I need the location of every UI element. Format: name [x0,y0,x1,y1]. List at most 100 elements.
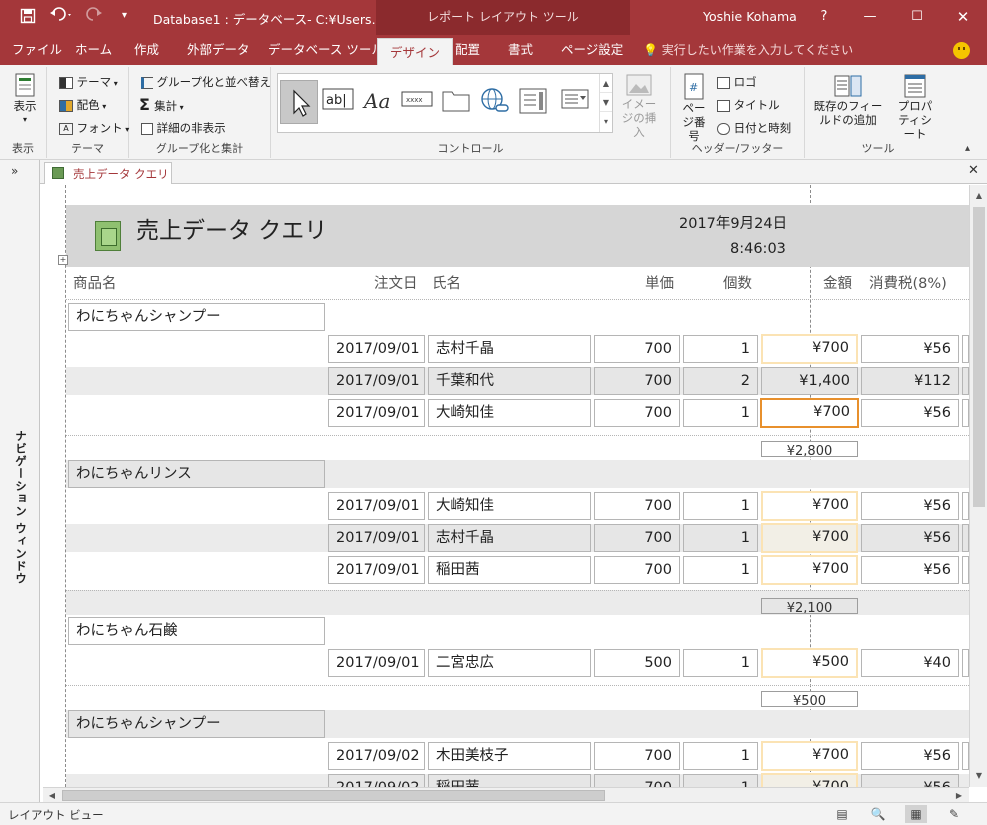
scroll-up-icon[interactable]: ▲ [970,187,987,205]
tab-file[interactable]: ファイル [12,35,62,65]
report-date[interactable]: 2017年9月24日 [679,212,787,233]
navigation-control-icon[interactable] [518,86,554,116]
amount-cell[interactable]: ¥700 [761,491,858,521]
select-control-icon[interactable] [280,80,318,124]
tab-database-tools[interactable]: データベース ツール [268,35,384,65]
name-cell[interactable]: 二宮忠広 [428,649,591,677]
name-cell[interactable]: 志村千晶 [428,524,591,552]
qty-cell[interactable]: 1 [683,399,758,427]
amount-cell[interactable]: ¥700 [761,334,858,364]
tab-page-setup[interactable]: ページ設定 [561,35,623,65]
navigation-pane[interactable]: » ナビゲーション ウィンドウ [0,160,40,802]
maximize-button[interactable]: ☐ [902,5,932,29]
close-button[interactable]: ✕ [948,5,978,29]
qty-cell[interactable]: 1 [683,335,758,363]
amount-cell[interactable]: ¥700 [761,523,858,553]
hide-details-button[interactable]: 詳細の非表示 [141,120,226,136]
print-preview-icon[interactable]: 🔍 [867,805,889,823]
tab-format[interactable]: 書式 [508,35,533,65]
name-cell[interactable]: 大崎知佳 [428,399,591,427]
layout-view-icon[interactable]: ▦ [905,805,927,823]
expand-nav-icon[interactable]: » [11,164,18,178]
price-cell[interactable]: 700 [594,399,680,427]
group-subtotal[interactable]: ¥2,100 [761,598,858,614]
order-date-cell[interactable]: 2017/09/02 [328,774,425,787]
tax-cell[interactable]: ¥56 [861,524,959,552]
datetime-button[interactable]: 日付と時刻 [717,120,791,136]
hyperlink-control-icon[interactable] [478,86,514,116]
fonts-button[interactable]: A フォント ▾ [59,120,129,136]
button-control-icon[interactable]: xxxx [400,86,436,116]
tax-cell[interactable]: ¥56 [861,556,959,584]
qty-cell[interactable]: 1 [683,742,758,770]
tab-home[interactable]: ホーム [75,35,112,65]
group-product-cell[interactable]: わにちゃんシャンプー [68,303,325,331]
amount-cell[interactable]: ¥700 [761,741,858,771]
price-cell[interactable]: 700 [594,335,680,363]
group-subtotal[interactable]: ¥2,800 [761,441,858,457]
totals-button[interactable]: Σ 集計 ▾ [139,95,184,114]
price-cell[interactable]: 700 [594,742,680,770]
view-button[interactable]: 表示 ▾ [8,73,42,127]
title-button[interactable]: タイトル [717,97,780,113]
tab-arrange[interactable]: 配置 [455,35,480,65]
combo-control-icon[interactable] [560,86,596,116]
group-sort-button[interactable]: グループ化と並べ替え [141,74,271,90]
vertical-scrollbar[interactable]: ▲ ▼ [969,185,987,787]
tab-control-icon[interactable] [440,86,476,116]
logo-button[interactable]: ロゴ [717,74,757,90]
colors-button[interactable]: 配色 ▾ [59,97,106,113]
qty-cell[interactable]: 1 [683,649,758,677]
group-subtotal[interactable]: ¥500 [761,691,858,707]
col-header-amount[interactable]: 金額 [823,272,852,293]
tax-cell[interactable]: ¥40 [861,649,959,677]
collapse-ribbon-icon[interactable]: ▴ [965,143,970,154]
order-date-cell[interactable]: 2017/09/02 [328,742,425,770]
report-canvas[interactable]: 売上データ クエリ 2017年9月24日 8:46:03 + 商品名 注文日 氏… [43,185,969,787]
col-header-name[interactable]: 氏名 [432,272,461,293]
report-logo-icon[interactable] [95,221,121,251]
tab-external-data[interactable]: 外部データ [187,35,250,65]
amount-cell-selected[interactable]: ¥700 [760,398,859,428]
report-title[interactable]: 売上データ クエリ [136,211,327,245]
price-cell[interactable]: 500 [594,649,680,677]
design-view-icon[interactable]: ✎ [943,805,965,823]
qty-cell[interactable]: 1 [683,774,758,787]
tax-cell[interactable]: ¥56 [861,492,959,520]
order-date-cell[interactable]: 2017/09/01 [328,492,425,520]
user-name[interactable]: Yoshie Kohama [703,9,797,24]
name-cell[interactable]: 稲田茜 [428,556,591,584]
undo-icon[interactable] [50,7,74,27]
qty-cell[interactable]: 1 [683,556,758,584]
minimize-button[interactable]: — [855,5,885,29]
horizontal-scrollbar[interactable]: ◀ ▶ [43,787,969,802]
order-date-cell[interactable]: 2017/09/01 [328,399,425,427]
col-header-tax[interactable]: 消費税(8%) [869,272,947,293]
name-cell[interactable]: 稲田茜 [428,774,591,787]
customize-qat-icon[interactable]: ▾ [122,10,127,21]
tab-design[interactable]: デザイン [377,38,454,65]
group-product-cell[interactable]: わにちゃん石鹸 [68,617,325,645]
name-cell[interactable]: 大崎知佳 [428,492,591,520]
price-cell[interactable]: 700 [594,492,680,520]
price-cell[interactable]: 700 [594,367,680,395]
save-icon[interactable] [20,8,36,28]
report-view-icon[interactable]: ▤ [831,805,853,823]
report-time[interactable]: 8:46:03 [730,241,786,257]
amount-cell[interactable]: ¥1,400 [761,367,858,395]
qty-cell[interactable]: 2 [683,367,758,395]
col-header-order-date[interactable]: 注文日 [374,272,418,293]
vertical-scroll-thumb[interactable] [973,207,985,507]
amount-cell[interactable]: ¥700 [761,773,858,787]
tax-cell[interactable]: ¥112 [861,367,959,395]
order-date-cell[interactable]: 2017/09/01 [328,335,425,363]
tax-cell[interactable]: ¥56 [861,774,959,787]
tax-cell[interactable]: ¥56 [861,335,959,363]
property-sheet-button[interactable]: プロパティシート [889,73,941,141]
order-date-cell[interactable]: 2017/09/01 [328,524,425,552]
col-header-price[interactable]: 単価 [645,272,674,293]
name-cell[interactable]: 千葉和代 [428,367,591,395]
feedback-smiley-icon[interactable] [953,42,970,59]
scroll-left-icon[interactable]: ◀ [44,788,60,803]
order-date-cell[interactable]: 2017/09/01 [328,649,425,677]
